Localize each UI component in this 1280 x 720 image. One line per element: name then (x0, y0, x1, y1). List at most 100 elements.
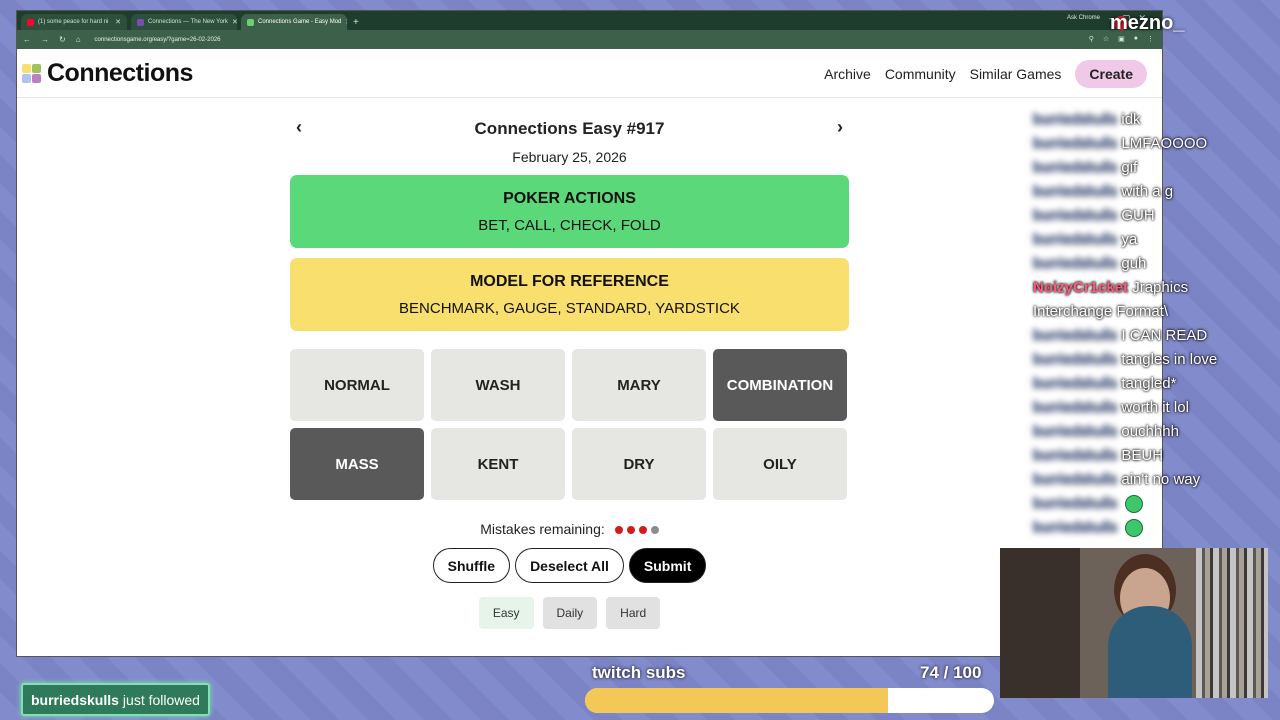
webcam-feed (1000, 548, 1268, 698)
word-tile[interactable]: NORMAL (290, 349, 424, 421)
ask-chrome-button[interactable]: Ask Chrome (1067, 15, 1100, 21)
site-logo[interactable]: Connections (22, 59, 193, 88)
chat-username: burriedskulls (1033, 111, 1118, 128)
subs-goal-fill (585, 688, 888, 713)
chat-username: burriedskulls (1033, 159, 1118, 176)
deselect-all-button[interactable]: Deselect All (515, 548, 624, 583)
chat-message: burriedskulls guh (1033, 252, 1273, 276)
browser-tab[interactable]: Connections — The New York ✕ (131, 14, 237, 30)
chat-text: I CAN READ (1121, 327, 1208, 344)
chat-message: NoizyCr1cket Jraphics (1033, 276, 1273, 300)
chat-emote-icon (1125, 495, 1144, 514)
word-tile[interactable]: COMBINATION (713, 349, 847, 421)
word-tile[interactable]: KENT (431, 428, 565, 500)
chat-message: Interchange Format\ (1033, 300, 1273, 324)
chat-message: burriedskulls idk (1033, 108, 1273, 132)
mistake-dot (614, 526, 623, 534)
mistake-dot (626, 526, 635, 534)
shuffle-button[interactable]: Shuffle (432, 548, 511, 583)
mode-daily-button[interactable]: Daily (542, 597, 598, 629)
chat-username: burriedskulls (1033, 519, 1118, 536)
follow-alert-text: just followed (122, 691, 200, 708)
browser-tab[interactable]: (1) some peace for hard ni ✕ (21, 14, 127, 30)
streamer-name: mezno_ (1110, 12, 1185, 34)
submit-button[interactable]: Submit (628, 548, 707, 583)
chat-username: burriedskulls (1033, 447, 1118, 464)
new-tab-button[interactable]: + (353, 17, 359, 28)
chat-text: Interchange Format\ (1033, 303, 1169, 320)
nav-community[interactable]: Community (885, 66, 956, 82)
extensions-icon[interactable]: ▣ (1118, 35, 1125, 43)
chat-message: burriedskulls BEUH (1033, 444, 1273, 468)
word-tile[interactable]: WASH (431, 349, 565, 421)
chat-username: burriedskulls (1033, 183, 1118, 200)
word-tile[interactable]: DRY (572, 428, 706, 500)
game-date: February 25, 2026 (512, 149, 627, 165)
word-tile[interactable]: MARY (572, 349, 706, 421)
mistakes-label: Mistakes remaining: (480, 521, 605, 537)
menu-icon[interactable]: ⋮ (1147, 35, 1154, 43)
chat-text: idk (1121, 111, 1141, 128)
chat-message: burriedskulls (1033, 516, 1273, 540)
chat-username: burriedskulls (1033, 495, 1118, 512)
tab-strip: (1) some peace for hard ni ✕ Connections —… (17, 11, 1162, 30)
chat-text: ouchhhh (1121, 423, 1179, 440)
logo-icon (22, 63, 41, 83)
previous-game-chevron-left-icon[interactable]: ‹ (296, 117, 302, 138)
word-tile[interactable]: OILY (713, 428, 847, 500)
chat-message: burriedskulls with a g (1033, 180, 1273, 204)
profile-icon[interactable]: ● (1134, 35, 1138, 43)
word-grid: NORMAL WASH MARY COMBINATION MASS KENT DRY OILY (290, 349, 849, 500)
reload-icon[interactable]: ↻ (59, 35, 66, 44)
game-title: Connections Easy #917 (474, 119, 665, 138)
chat-username: burriedskulls (1033, 351, 1118, 368)
tab-title: Connections Game - Easy Mod (258, 19, 342, 25)
webcam-person (1108, 606, 1192, 698)
chat-text: GUH (1121, 207, 1155, 224)
chat-text: LMFAOOOO (1121, 135, 1208, 152)
home-icon[interactable]: ⌂ (76, 35, 81, 44)
game-title-row: ‹ Connections Easy #917 › (290, 111, 849, 147)
browser-tab[interactable]: Connections Game - Easy Mod✕ (241, 14, 347, 30)
tab-close-icon[interactable]: ✕ (232, 18, 237, 26)
solved-group-words: BET, CALL, CHECK, FOLD (478, 216, 661, 234)
address-bar[interactable]: connectionsgame.org/easy/?game=26-02-202… (95, 37, 221, 43)
tab-close-icon[interactable]: ✕ (115, 18, 121, 26)
mistakes-dots (611, 521, 659, 537)
solved-group-category: MODEL FOR REFERENCE (470, 272, 669, 290)
chat-text: worth it lol (1121, 399, 1189, 416)
solved-group-poker-actions: POKER ACTIONS BET, CALL, CHECK, FOLD (290, 175, 849, 248)
chat-text: gif (1121, 159, 1138, 176)
nav-similar-games[interactable]: Similar Games (970, 66, 1062, 82)
mistake-dot (650, 526, 659, 534)
mode-easy-button[interactable]: Easy (478, 597, 534, 629)
word-tile[interactable]: MASS (290, 428, 424, 500)
chat-message: burriedskulls ouchhhh (1033, 420, 1273, 444)
chat-message: burriedskulls (1033, 492, 1273, 516)
create-button[interactable]: Create (1075, 60, 1147, 88)
tab-title: Connections — The New York (148, 19, 228, 25)
chat-text: Jraphics (1132, 279, 1189, 296)
chat-username: burriedskulls (1033, 255, 1118, 272)
nav-archive[interactable]: Archive (824, 66, 871, 82)
back-icon[interactable]: ← (23, 35, 31, 44)
chat-message: burriedskulls ain't no way (1033, 468, 1273, 492)
tab-favicon-icon (137, 18, 144, 26)
logo-text: Connections (47, 58, 193, 87)
chat-message: burriedskulls ya (1033, 228, 1273, 252)
chat-username: burriedskulls (1033, 471, 1118, 488)
chat-message: burriedskulls LMFAOOOO (1033, 132, 1273, 156)
chat-username: burriedskulls (1033, 399, 1118, 416)
mode-hard-button[interactable]: Hard (606, 597, 661, 629)
subs-goal-count: 74 / 100 (920, 663, 982, 682)
chat-text: guh (1121, 255, 1147, 272)
forward-icon[interactable]: → (41, 35, 49, 44)
zoom-icon[interactable]: ⚲ (1089, 35, 1094, 43)
next-game-chevron-right-icon[interactable]: › (837, 117, 843, 138)
bookmark-star-icon[interactable]: ☆ (1103, 35, 1109, 43)
chat-text: with a g (1121, 183, 1174, 200)
chat-text: tangles in love (1121, 351, 1218, 368)
tab-close-icon[interactable]: ✕ (345, 18, 347, 26)
chat-overlay: burriedskulls idk burriedskulls LMFAOOOO b… (1033, 108, 1273, 540)
chat-username: burriedskulls (1033, 375, 1118, 392)
